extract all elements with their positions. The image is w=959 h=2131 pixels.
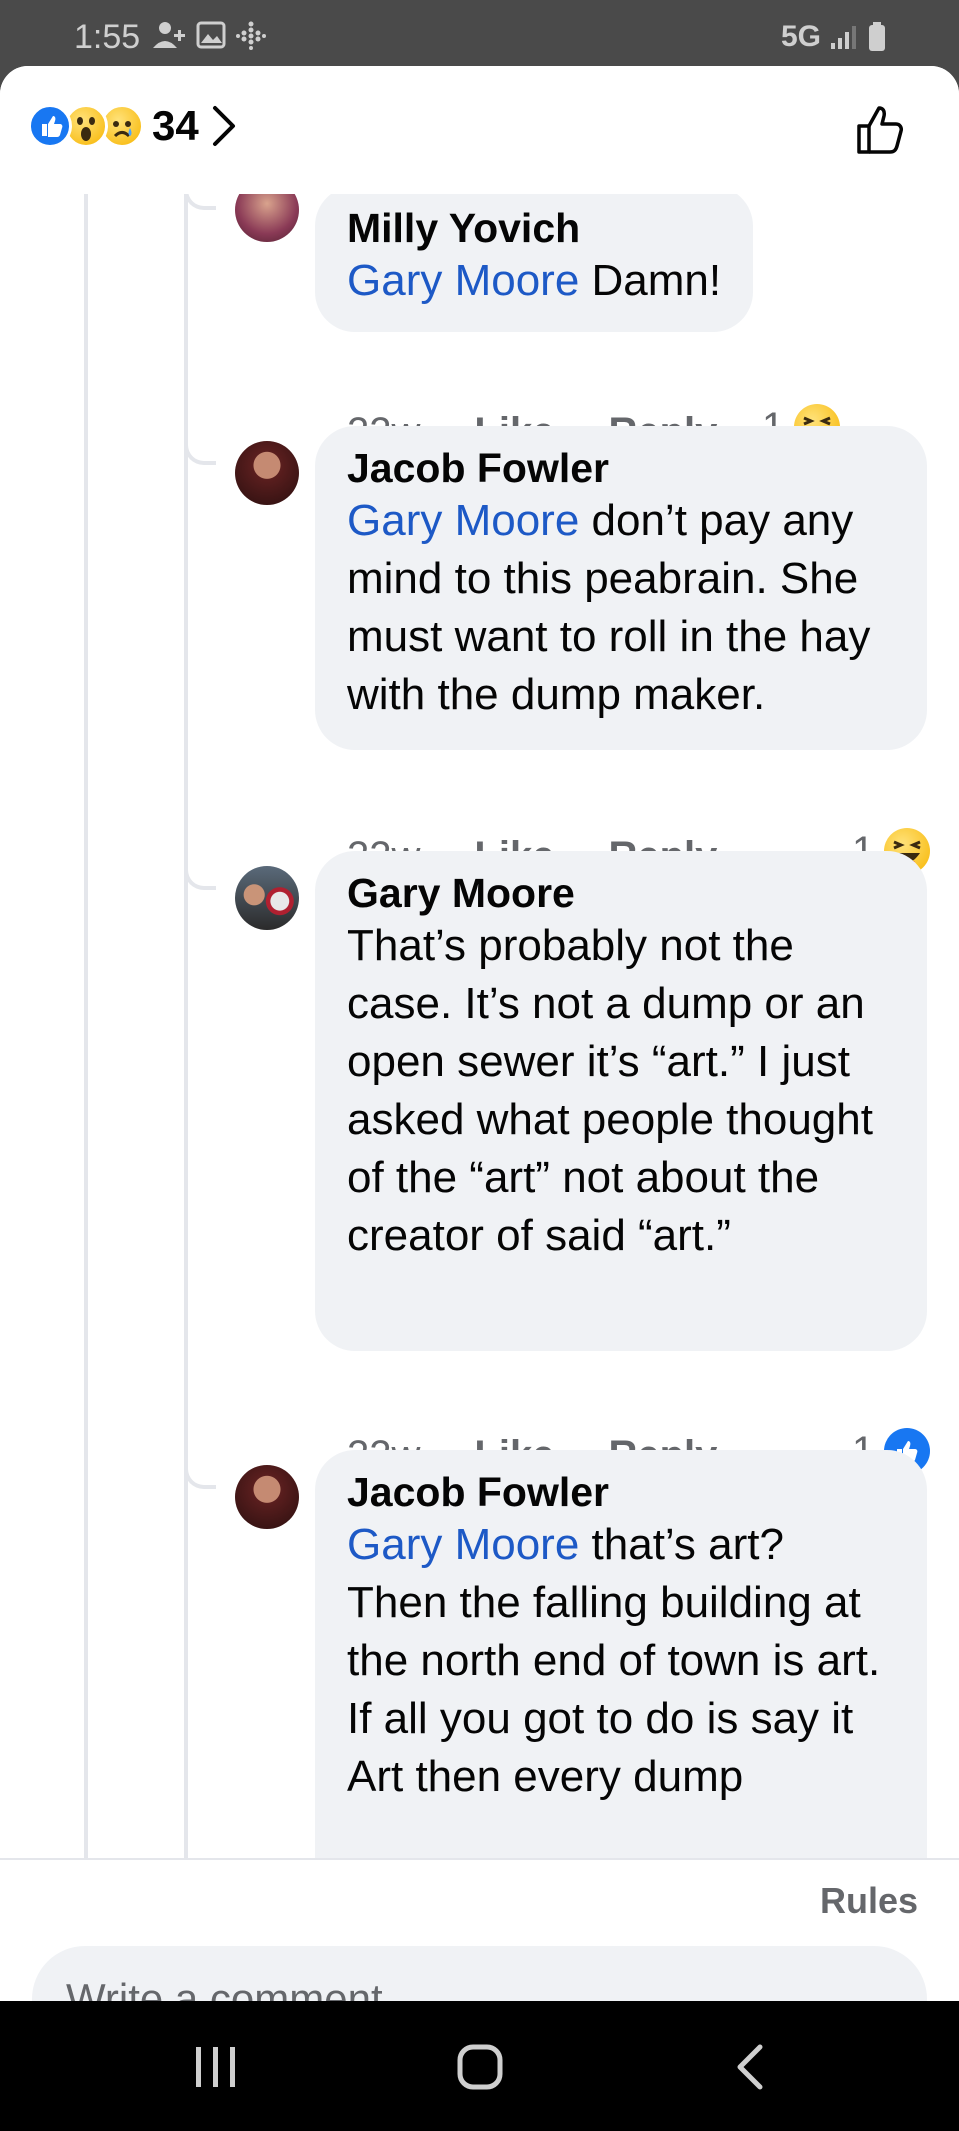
mention-link[interactable]: Gary Moore — [347, 496, 579, 545]
comment-input[interactable] — [32, 1946, 927, 2001]
avatar[interactable] — [235, 1465, 299, 1529]
network-label: 5G — [780, 20, 821, 53]
thread-connector — [184, 862, 216, 890]
back-button[interactable] — [722, 2041, 782, 2093]
reaction-summary[interactable]: 34 — [28, 102, 237, 150]
comment-bubble[interactable]: Jacob Fowler Gary Moore don’t pay any mi… — [315, 426, 927, 750]
comment-author[interactable]: Milly Yovich — [347, 204, 721, 252]
mention-link[interactable]: Gary Moore — [347, 256, 579, 305]
avatar[interactable] — [235, 194, 299, 242]
image-icon — [196, 21, 226, 49]
comment-author[interactable]: Gary Moore — [347, 869, 895, 917]
avatar[interactable] — [235, 441, 299, 505]
rules-link[interactable]: Rules — [820, 1880, 918, 1922]
like-post-button[interactable] — [853, 102, 909, 163]
mention-link[interactable]: Gary Moore — [347, 1520, 579, 1569]
comment-text: Gary Moore Damn! — [347, 256, 722, 305]
thread-connector — [184, 194, 216, 210]
home-button[interactable] — [450, 2041, 510, 2093]
recent-apps-icon — [196, 2047, 235, 2087]
comment-bubble[interactable]: Gary Moore That’s probably not the case.… — [315, 851, 927, 1351]
like-reaction-icon — [28, 104, 72, 148]
comment-bubble[interactable]: Milly Yovich Gary Moore Damn! — [315, 194, 754, 332]
signal-icon — [831, 26, 856, 49]
comment-author[interactable]: Jacob Fowler — [347, 1468, 895, 1516]
person-add-icon — [153, 22, 185, 48]
reaction-count: 34 — [152, 102, 199, 149]
battery-icon — [869, 22, 885, 51]
comment-text: Gary Moore that’s art? Then the falling … — [347, 1520, 881, 1801]
sheet-header: 34 — [0, 66, 959, 194]
status-time: 1:55 — [74, 18, 141, 56]
thumbs-up-outline-icon — [857, 106, 903, 154]
comment-text: That’s probably not the case. It’s not a… — [347, 921, 873, 1260]
chevron-right-icon — [212, 106, 235, 146]
comment-author[interactable]: Jacob Fowler — [347, 444, 895, 492]
status-bar: 1:55 5G — [0, 0, 959, 66]
avatar[interactable] — [235, 866, 299, 930]
home-icon — [457, 2044, 503, 2090]
back-icon — [737, 2044, 763, 2090]
comment-text: Gary Moore don’t pay any mind to this pe… — [347, 496, 871, 719]
dots-grid-icon — [236, 21, 266, 50]
thread-connector — [184, 1461, 216, 1489]
thread-connector — [184, 437, 216, 465]
comment-bubble[interactable]: Jacob Fowler Gary Moore that’s art? Then… — [315, 1450, 927, 1858]
comment-thread: Milly Yovich Gary Moore Damn! 22w Like R… — [0, 194, 959, 1858]
thread-line — [84, 194, 88, 1858]
system-nav-bar — [0, 2001, 959, 2131]
comments-sheet: 34 Milly Yovich Gary Moore Damn! 22w Lik… — [0, 66, 959, 2001]
recent-apps-button[interactable] — [186, 2041, 246, 2093]
